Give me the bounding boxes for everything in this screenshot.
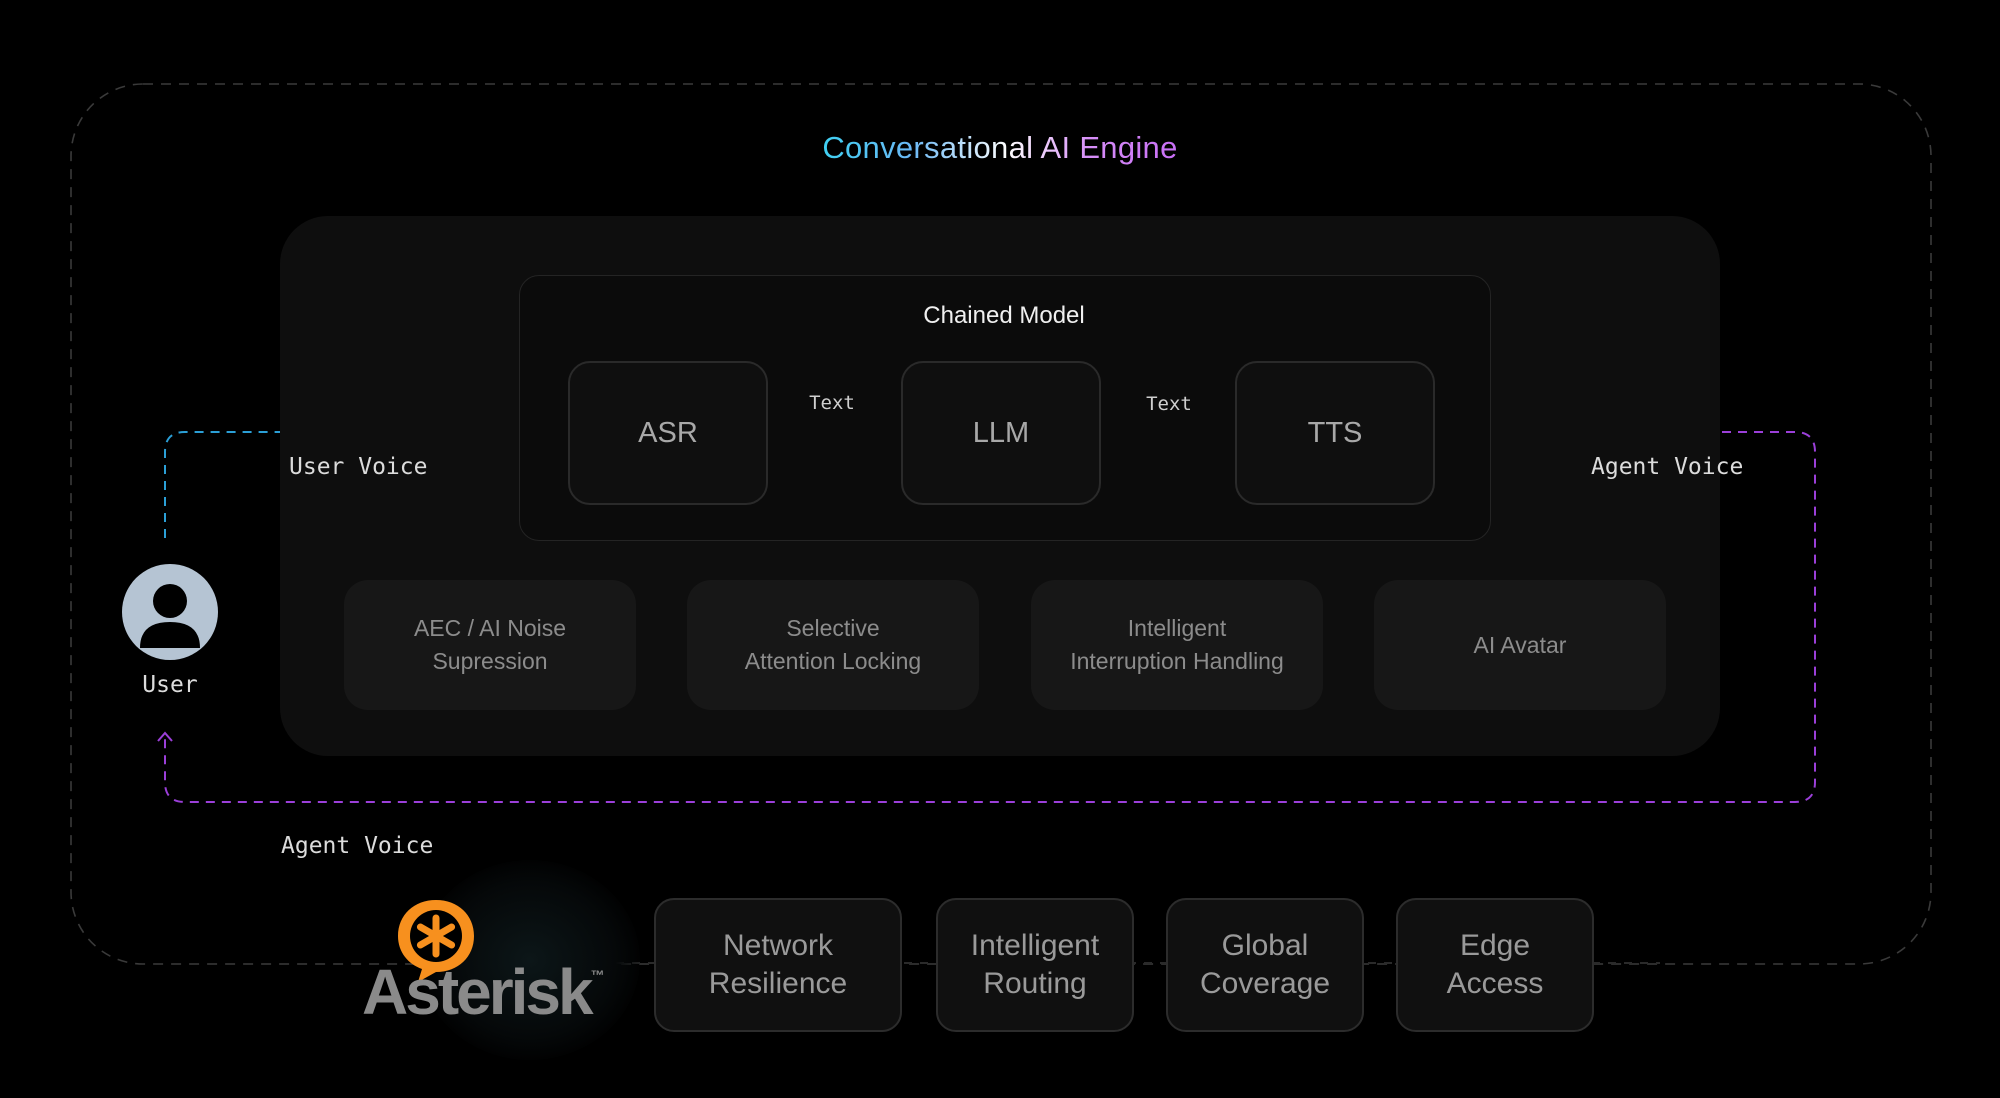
infra-global-coverage[interactable]: Global Coverage (1166, 898, 1364, 1032)
infra-label: Intelligent Routing (970, 929, 1100, 1000)
llm-label: LLM (972, 416, 1030, 449)
feature-label: Intelligent Interruption Handling (1070, 615, 1284, 674)
engine-title: Conversational AI Engine (0, 130, 2000, 166)
asterisk-wordmark: Asterisk™ (362, 956, 605, 1028)
infra-label: Global Coverage (1199, 929, 1331, 1000)
asr-label: ASR (638, 416, 698, 449)
tts-label: TTS (1307, 416, 1363, 449)
agent-voice-label-right: Agent Voice (1591, 454, 1744, 480)
user-silhouette-icon (140, 584, 200, 648)
feature-interruption-handling[interactable]: Intelligent Interruption Handling (1031, 580, 1323, 710)
user-voice-label: User Voice (289, 454, 428, 480)
feature-label: Selective Attention Locking (744, 615, 922, 674)
engine-title-text: Conversational AI Engine (822, 130, 1178, 165)
infra-network-resilience[interactable]: Network Resilience (654, 898, 902, 1032)
user-avatar-icon[interactable] (122, 564, 218, 660)
user-label: User (142, 672, 198, 698)
tts-box[interactable]: TTS (1235, 361, 1435, 505)
chained-model-title: Chained Model (923, 302, 1085, 329)
infra-intelligent-routing[interactable]: Intelligent Routing (936, 898, 1134, 1032)
infra-edge-access[interactable]: Edge Access (1396, 898, 1594, 1032)
text-link-label-1: Text (809, 392, 855, 414)
feature-label: AI Avatar (1473, 631, 1567, 658)
text-link-label-2: Text (1146, 393, 1192, 415)
feature-label: AEC / AI Noise Supression (413, 615, 567, 674)
feature-aec-noise-suppression[interactable]: AEC / AI Noise Supression (344, 580, 636, 710)
llm-box[interactable]: LLM (901, 361, 1101, 505)
infra-label: Network Resilience (708, 929, 848, 1000)
asr-box[interactable]: ASR (568, 361, 768, 505)
feature-ai-avatar[interactable]: AI Avatar (1374, 580, 1666, 710)
feature-selective-attention[interactable]: Selective Attention Locking (687, 580, 979, 710)
infra-label: Edge Access (1446, 929, 1544, 1000)
agent-voice-label-bottom: Agent Voice (281, 833, 434, 859)
